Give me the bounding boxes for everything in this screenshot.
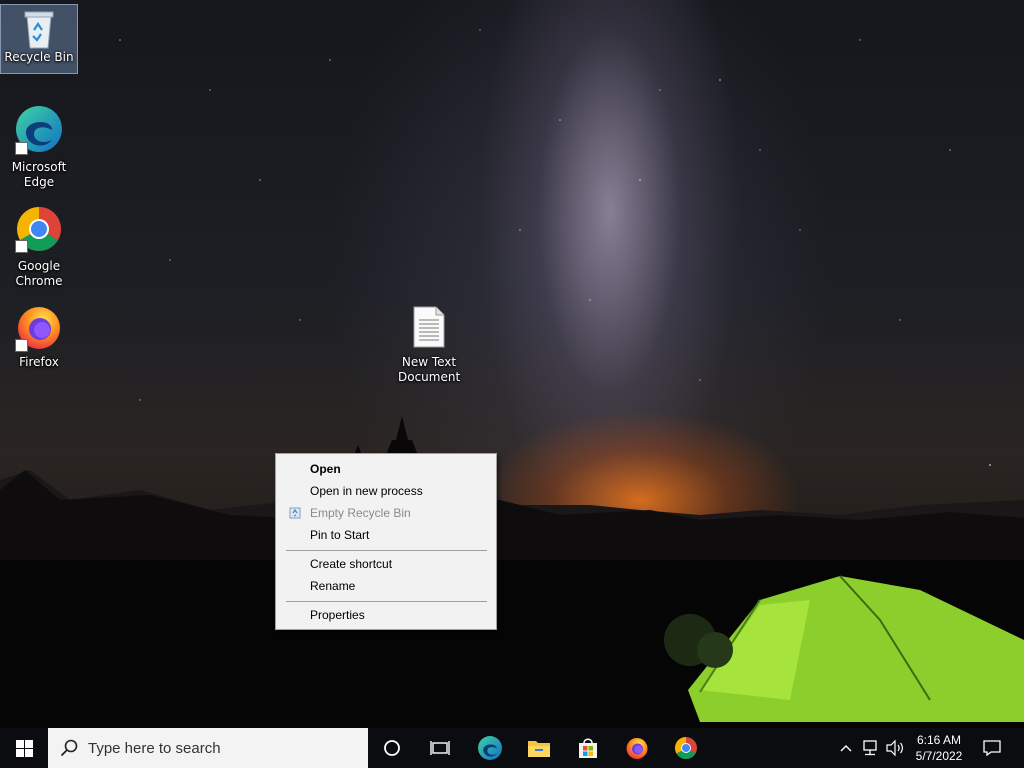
desktop-icon-edge[interactable]: Microsoft Edge: [1, 104, 77, 189]
shortcut-arrow-icon: [15, 142, 28, 155]
file-explorer-icon: [528, 741, 550, 757]
speaker-icon: [886, 740, 903, 756]
action-center-button[interactable]: [974, 728, 1010, 768]
notification-icon: [983, 740, 1001, 756]
cortana-icon: [384, 740, 400, 756]
edge-icon: [478, 736, 502, 760]
desktop-icon-recycle-bin[interactable]: Recycle Bin: [0, 4, 78, 74]
firefox-icon: [626, 738, 648, 759]
wallpaper-scene: [0, 29, 1024, 728]
menu-item-pin-to-start[interactable]: Pin to Start: [277, 524, 495, 546]
taskbar-clock[interactable]: 6:16 AM 5/7/2022: [906, 728, 972, 768]
recycle-bin-icon: [24, 11, 54, 49]
search-placeholder: Type here to search: [88, 739, 221, 757]
desktop-icon-label: New Text Document: [398, 355, 461, 384]
desktop-icon-label: Google Chrome: [15, 259, 63, 288]
start-button[interactable]: [0, 728, 48, 768]
taskbar-chrome-button[interactable]: [662, 728, 710, 768]
shortcut-arrow-icon: [15, 339, 28, 352]
chevron-up-icon: [840, 745, 852, 752]
desktop-icon-firefox[interactable]: Firefox: [1, 303, 77, 373]
desktop-icon-new-text-document[interactable]: New Text Document: [391, 305, 467, 387]
desktop-wallpaper: [0, 0, 1024, 728]
show-hidden-icons-button[interactable]: [836, 728, 856, 768]
menu-separator: [286, 601, 487, 602]
taskbar-edge-button[interactable]: [466, 728, 514, 768]
taskbar: Type here to search 6:16 AM 5/7/2022: [0, 728, 1024, 768]
menu-item-create-shortcut[interactable]: Create shortcut: [277, 553, 495, 575]
menu-separator: [286, 550, 487, 551]
menu-item-open[interactable]: Open: [277, 458, 495, 480]
clock-time: 6:16 AM: [916, 733, 962, 747]
shortcut-arrow-icon: [15, 240, 28, 253]
volume-button[interactable]: [883, 728, 907, 768]
menu-item-rename[interactable]: Rename: [277, 575, 495, 597]
context-menu: Open Open in new process Empty Recycle B…: [275, 453, 497, 630]
network-icon: [863, 740, 877, 756]
menu-item-open-in-new-process[interactable]: Open in new process: [277, 480, 495, 502]
menu-item-empty-recycle-bin[interactable]: Empty Recycle Bin: [277, 502, 495, 524]
recycle-small-icon: [289, 507, 301, 519]
desktop-icon-label: Microsoft Edge: [11, 160, 67, 189]
taskbar-firefox-button[interactable]: [613, 728, 661, 768]
text-document-icon: [413, 306, 445, 348]
menu-item-properties[interactable]: Properties: [277, 604, 495, 626]
menu-item-label: Empty Recycle Bin: [310, 506, 411, 520]
desktop-icon-label: Firefox: [19, 355, 59, 369]
windows-logo-icon: [15, 739, 33, 757]
desktop-icon-chrome[interactable]: Google Chrome: [1, 205, 77, 289]
desktop-icon-label: Recycle Bin: [4, 50, 74, 64]
taskbar-file-explorer-button[interactable]: [515, 728, 563, 768]
taskbar-store-button[interactable]: [564, 728, 612, 768]
store-icon: [579, 738, 597, 758]
task-view-icon: [430, 741, 450, 755]
task-view-button[interactable]: [416, 728, 464, 768]
search-icon: [60, 739, 78, 757]
taskbar-search-box[interactable]: Type here to search: [48, 728, 368, 768]
cortana-button[interactable]: [368, 728, 416, 768]
clock-date: 5/7/2022: [915, 749, 963, 763]
network-button[interactable]: [858, 728, 882, 768]
chrome-icon: [675, 737, 697, 759]
